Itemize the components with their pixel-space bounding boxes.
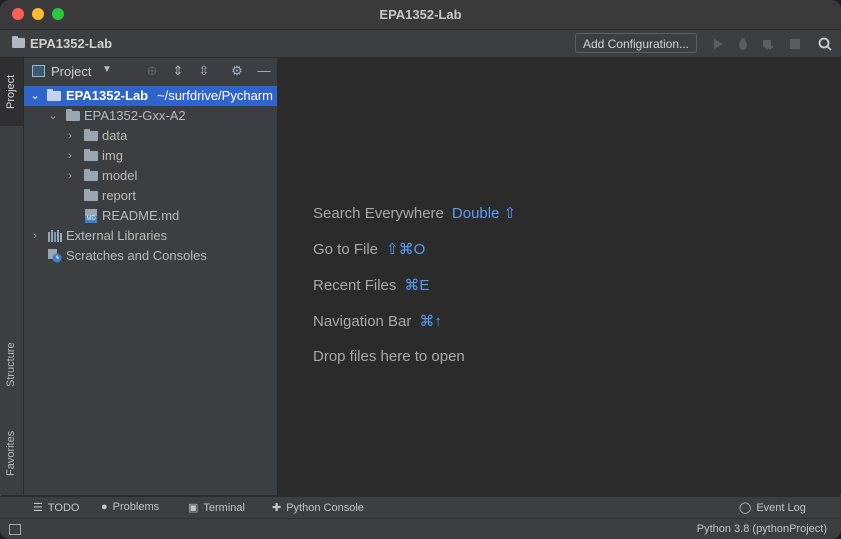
python-icon: ✚ [272, 502, 282, 514]
list-icon: ☰ [33, 502, 43, 514]
tree-item-label: EPA1352-Gxx-A2 [84, 108, 186, 123]
folder-icon [84, 129, 98, 141]
hint-label: Navigation Bar [313, 313, 412, 330]
tool-tab-label: Event Log [756, 502, 806, 514]
hint-drop-files: Drop files here to open [313, 348, 465, 365]
title-bar: EPA1352-Lab [0, 0, 841, 30]
python-interpreter-selector[interactable]: Python 3.8 (pythonProject) [697, 523, 827, 535]
status-bar: Python 3.8 (pythonProject) [0, 518, 841, 539]
tree-item-readme[interactable]: README.md [24, 206, 277, 226]
tool-tab-project[interactable]: Project [0, 58, 23, 126]
tool-tab-structure[interactable]: Structure [0, 330, 23, 400]
left-tool-strip: Project Structure Favorites [0, 58, 24, 495]
expand-all-icon[interactable]: ⇕ [170, 63, 186, 79]
tool-tab-terminal[interactable]: ▣ Terminal [188, 501, 245, 514]
editor-area[interactable]: Search Everywhere Double ⇧ Go to File ⇧⌘O … [278, 58, 841, 495]
hide-panel-icon[interactable]: — [256, 63, 272, 79]
chevron-down-icon[interactable]: ⌄ [30, 86, 40, 106]
tree-item-img[interactable]: › img [24, 146, 277, 166]
hint-shortcut: ⇧⌘O [386, 241, 426, 258]
chevron-down-icon[interactable]: ⌄ [48, 106, 58, 126]
tool-tab-problems[interactable]: ● Problems [101, 501, 159, 513]
tool-tab-event-log[interactable]: ◯ Event Log [739, 501, 806, 514]
hint-label: Go to File [313, 241, 379, 258]
gear-icon[interactable]: ⚙ [229, 63, 245, 79]
hint-go-to-file: Go to File ⇧⌘O [313, 240, 425, 258]
tree-item-epa1352-gxx-a2[interactable]: ⌄ EPA1352-Gxx-A2 [24, 106, 277, 126]
tree-item-label: EPA1352-Lab [66, 88, 149, 103]
markdown-file-icon [85, 209, 97, 223]
tree-item-label: report [102, 188, 136, 203]
run-icon[interactable] [711, 37, 725, 51]
project-view-selector[interactable]: Project [51, 64, 91, 79]
navigation-bar: EPA1352-Lab Add Configuration... [0, 30, 841, 58]
tree-item-epa1352-lab[interactable]: ⌄ EPA1352-Lab ~/surfdrive/Pycharm [24, 86, 277, 106]
scratches-icon [48, 249, 62, 263]
hint-shortcut: ⌘↑ [419, 313, 442, 330]
hint-shortcut: Double ⇧ [451, 205, 517, 222]
tool-tab-label: Terminal [203, 502, 245, 514]
folder-icon [84, 189, 98, 201]
tree-item-report[interactable]: report [24, 186, 277, 206]
hint-shortcut: ⌘E [404, 277, 430, 294]
add-configuration-button[interactable]: Add Configuration... [575, 33, 697, 53]
folder-icon [66, 109, 80, 121]
locate-file-icon[interactable]: ⊕ [144, 63, 160, 79]
tree-item-label: model [102, 168, 138, 183]
chevron-right-icon[interactable]: › [30, 226, 40, 246]
tree-item-label: README.md [102, 208, 180, 223]
hint-label: Drop files here to open [313, 348, 465, 365]
chevron-right-icon[interactable]: › [65, 126, 75, 146]
tool-tab-python-console[interactable]: ✚ Python Console [272, 501, 364, 514]
hint-label: Recent Files [313, 277, 397, 294]
tree-item-model[interactable]: › model [24, 166, 277, 186]
tool-tab-label: TODO [47, 502, 80, 514]
tree-item-scratches[interactable]: Scratches and Consoles [24, 246, 277, 266]
window-title: EPA1352-Lab [379, 7, 462, 22]
tree-item-data[interactable]: › data [24, 126, 277, 146]
folder-icon [47, 89, 61, 101]
info-icon: ● [101, 501, 108, 513]
tree-item-path: ~/surfdrive/Pycharm [157, 88, 273, 103]
event-log-icon: ◯ [739, 502, 752, 514]
folder-icon [84, 149, 98, 161]
tree-item-external-libraries[interactable]: › External Libraries [24, 226, 277, 246]
bottom-tool-bar: ☰ TODO ● Problems ▣ Terminal ✚ Python Consol… [0, 496, 841, 519]
folder-icon [84, 169, 98, 181]
library-icon [48, 230, 62, 242]
tool-tab-label: Problems [112, 501, 160, 513]
tree-item-label: External Libraries [66, 228, 168, 243]
hint-navigation-bar: Navigation Bar ⌘↑ [313, 312, 442, 330]
ide-window: EPA1352-Lab EPA1352-Lab Add Configuratio… [0, 0, 841, 539]
collapse-all-icon[interactable]: ⇳ [196, 63, 212, 79]
tree-item-label: data [102, 128, 128, 143]
toggle-tool-windows-icon[interactable] [9, 524, 21, 535]
project-view-icon [32, 65, 45, 77]
hint-label: Search Everywhere [313, 205, 444, 222]
tool-tab-favorites[interactable]: Favorites [0, 416, 23, 491]
tree-item-label: img [102, 148, 123, 163]
stop-icon[interactable] [788, 37, 802, 51]
project-panel: Project ▼ ⊕ ⇕ ⇳ ⚙ — ⌄ EPA1352-Lab ~/surf… [24, 58, 278, 495]
hint-recent-files: Recent Files ⌘E [313, 276, 429, 294]
chevron-down-icon[interactable]: ▼ [102, 64, 112, 75]
search-icon[interactable] [818, 37, 832, 51]
tool-tab-todo[interactable]: ☰ TODO [33, 501, 79, 514]
folder-icon [12, 36, 25, 48]
hint-search-everywhere: Search Everywhere Double ⇧ [313, 204, 516, 222]
chevron-right-icon[interactable]: › [65, 166, 75, 186]
chevron-right-icon[interactable]: › [65, 146, 75, 166]
run-with-coverage-icon[interactable] [761, 37, 775, 51]
project-panel-header: Project ▼ ⊕ ⇕ ⇳ ⚙ — [24, 58, 277, 84]
debug-icon[interactable] [736, 37, 750, 51]
tool-tab-label: Python Console [286, 502, 364, 514]
tree-item-label: Scratches and Consoles [66, 248, 207, 263]
terminal-icon: ▣ [188, 502, 199, 514]
breadcrumb-project[interactable]: EPA1352-Lab [30, 36, 112, 51]
